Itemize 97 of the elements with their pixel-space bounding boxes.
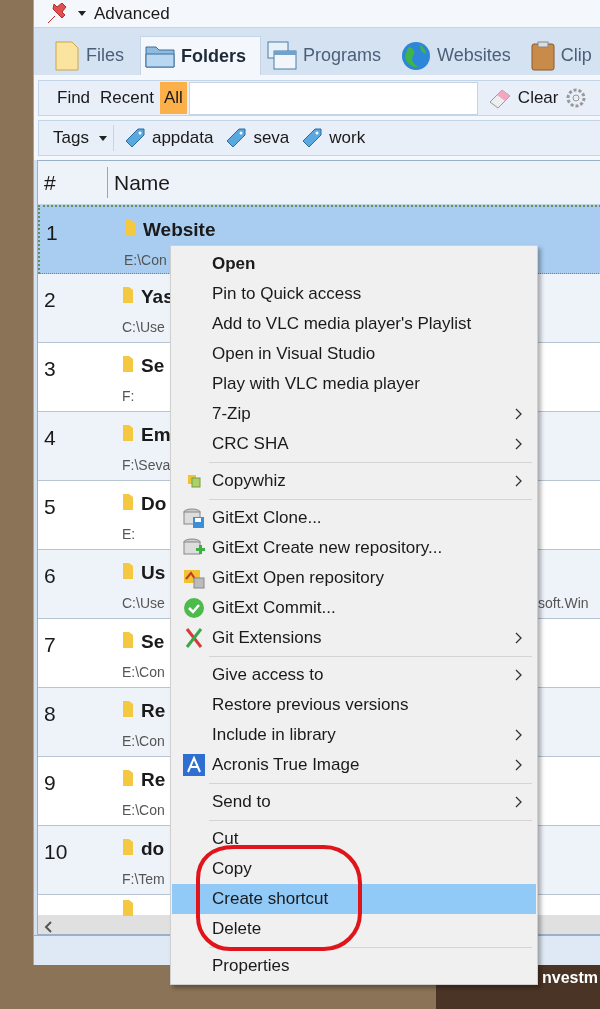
folder-path: C:\Use [122, 318, 165, 337]
folder-icon [122, 286, 134, 304]
tab[interactable]: Clip [526, 36, 600, 75]
row-number: 9 [44, 770, 56, 796]
menu-item[interactable]: Git Extensions [172, 623, 536, 653]
tag-button[interactable]: seva [223, 125, 292, 151]
folder-icon [124, 219, 136, 237]
folder-icon [122, 355, 134, 373]
folder-path: F:\Seva [122, 456, 171, 475]
folder-path: E:\Con [122, 663, 165, 682]
menu-item[interactable]: Open in Visual Studio [172, 339, 536, 369]
folder-name: do [141, 837, 165, 861]
copies-icon [187, 474, 201, 488]
tag-button[interactable]: appdata [121, 125, 216, 151]
search-mode-button[interactable]: Find [53, 82, 95, 114]
folder-path: E:\Con [122, 801, 165, 820]
tab[interactable]: Files [50, 36, 138, 75]
letter-a-icon [183, 754, 205, 776]
folder-path: E:\Con [122, 732, 165, 751]
menu-item[interactable]: GitExt Create new repository... [172, 533, 536, 563]
folder-icon [122, 769, 134, 787]
tags-dropdown[interactable]: Tags [53, 125, 114, 151]
folder-path: E: [122, 525, 136, 544]
menu-item[interactable]: Copy [172, 854, 536, 884]
folder-icon [122, 562, 134, 580]
folder-icon [122, 838, 134, 856]
folder-name: Us [141, 561, 166, 585]
menu-item[interactable]: Copywhiz [172, 466, 536, 496]
row-number: 5 [44, 494, 56, 520]
search-mode-button[interactable]: Recent [96, 82, 158, 114]
folder-icon [122, 493, 134, 511]
cross-icon [184, 627, 204, 649]
folder-icon [122, 631, 134, 649]
menu-item[interactable]: GitExt Open repository [172, 563, 536, 593]
menu-item[interactable]: Cut [172, 824, 536, 854]
tag-icon [301, 127, 324, 149]
tab[interactable]: Folders [140, 36, 262, 75]
menu-item[interactable]: GitExt Commit... [172, 593, 536, 623]
tag-button[interactable]: work [299, 125, 368, 151]
row-number: 2 [44, 287, 56, 313]
folder-name: Em [141, 423, 171, 447]
menu-item[interactable]: Acronis True Image [172, 750, 536, 780]
row-number: 4 [44, 425, 56, 451]
menu-item[interactable]: Send to [172, 787, 536, 817]
menu-item[interactable]: Play with VLC media player [172, 369, 536, 399]
folder-name: Se [141, 630, 165, 654]
search-field[interactable] [188, 81, 478, 115]
menu-item[interactable]: Restore previous versions [172, 690, 536, 720]
clear-button[interactable]: Clear [483, 85, 563, 111]
tab[interactable]: Websites [397, 36, 525, 75]
tag-icon [123, 127, 146, 149]
folder-name: Website [143, 218, 216, 242]
windows-icon [267, 40, 298, 71]
row-number: 7 [44, 632, 56, 658]
folder-name: Re [141, 768, 166, 792]
row-number: 8 [44, 701, 56, 727]
column-header: # [38, 166, 108, 199]
folder-name: Re [141, 699, 166, 723]
window-title: Advanced [94, 2, 170, 25]
folder-icon [122, 700, 134, 718]
document-icon [54, 40, 80, 71]
menu-item[interactable]: Properties [172, 951, 536, 981]
folder-icon [122, 899, 134, 917]
check-circle-icon [183, 597, 205, 619]
row-number: 6 [44, 563, 56, 589]
dropdown-caret-icon [98, 135, 107, 141]
menu-item[interactable]: Include in library [172, 720, 536, 750]
tag-icon [225, 127, 248, 149]
globe-icon [401, 40, 432, 71]
menu-item[interactable]: Pin to Quick access [172, 279, 536, 309]
folder-path: E:\Con [124, 251, 167, 270]
database-disk-icon [183, 507, 205, 529]
menu-item[interactable]: Delete [172, 914, 536, 944]
folder-icon [122, 424, 134, 442]
menu-item[interactable]: Create shortcut [172, 884, 536, 914]
folder-icon [145, 44, 175, 68]
menu-item[interactable]: GitExt Clone... [172, 503, 536, 533]
tab[interactable]: Programs [263, 36, 396, 75]
folder-name: Do [141, 492, 167, 516]
menu-item[interactable]: CRC SHA [172, 429, 536, 459]
menu-item[interactable]: 7-Zip [172, 399, 536, 429]
folder-database-icon [183, 567, 205, 589]
search-mode-button[interactable]: All [159, 82, 187, 114]
row-number: 10 [44, 839, 68, 865]
menu-item[interactable]: Add to VLC media player's Playlist [172, 309, 536, 339]
column-header: Name [113, 169, 171, 196]
folder-path: F:\Tem [122, 870, 165, 889]
clipboard-icon [530, 40, 555, 71]
folder-path: F: [122, 387, 135, 406]
thumbnail-caption: nvestm [542, 968, 599, 988]
folder-path: soft.Win [538, 594, 589, 613]
row-number: 1 [46, 220, 58, 246]
menu-item[interactable]: Give access to [172, 660, 536, 690]
folder-name: Se [141, 354, 165, 378]
folder-path: C:\Use [122, 594, 165, 613]
row-number: 3 [44, 356, 56, 382]
dropdown-caret-icon [78, 11, 86, 16]
